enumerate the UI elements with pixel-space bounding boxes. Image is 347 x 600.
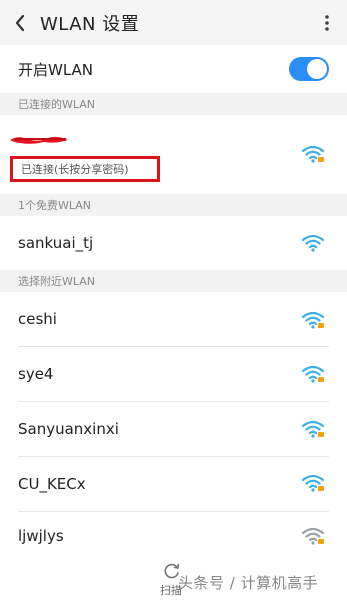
redacted-network-name-scribble: [10, 136, 68, 144]
wifi-locked-icon: [301, 474, 325, 492]
network-name: sye4: [18, 365, 54, 383]
network-name: Sanyuanxinxi: [18, 420, 119, 438]
network-name: ljwjlys: [18, 527, 64, 545]
wlan-settings-screen: WLAN 设置 开启WLAN 已连接的WLAN 已连接(长按分享密码) 1个免费…: [0, 0, 347, 600]
network-row[interactable]: sye4: [0, 347, 347, 401]
network-name: ceshi: [18, 310, 57, 328]
section-header-nearby: 选择附近WLAN: [0, 270, 347, 292]
page-title: WLAN 设置: [40, 13, 140, 35]
back-button[interactable]: [0, 0, 40, 45]
wifi-locked-icon: [301, 311, 325, 329]
more-vertical-icon: [325, 14, 329, 31]
section-header-free: 1个免费WLAN: [0, 194, 347, 216]
wlan-toggle-label: 开启WLAN: [18, 60, 94, 79]
switch-knob: [307, 59, 327, 79]
wlan-toggle-row[interactable]: 开启WLAN: [0, 45, 347, 93]
more-options-button[interactable]: [307, 0, 347, 45]
chevron-left-icon: [15, 14, 25, 31]
connected-status-highlight: 已连接(长按分享密码): [10, 156, 160, 182]
network-name: sankuai_tj: [18, 234, 94, 252]
wifi-locked-icon: [301, 420, 325, 438]
wifi-locked-icon: [301, 145, 325, 163]
connected-network-row[interactable]: [0, 115, 347, 194]
network-row[interactable]: CU_KECx: [0, 457, 347, 511]
wifi-weak-locked-icon: [301, 527, 325, 545]
wifi-icon: [301, 234, 325, 252]
network-row[interactable]: ljwjlys: [0, 512, 347, 560]
connected-status-text: 已连接(长按分享密码): [21, 163, 129, 176]
network-row[interactable]: ceshi: [0, 292, 347, 346]
wlan-toggle-switch[interactable]: [289, 57, 329, 81]
section-header-connected: 已连接的WLAN: [0, 93, 347, 115]
network-row[interactable]: sankuai_tj: [0, 216, 347, 270]
network-name: CU_KECx: [18, 475, 86, 493]
network-row[interactable]: Sanyuanxinxi: [0, 402, 347, 456]
watermark-text: 头条号 / 计算机高手: [178, 574, 319, 592]
app-bar: WLAN 设置: [0, 0, 347, 45]
wifi-locked-icon: [301, 365, 325, 383]
